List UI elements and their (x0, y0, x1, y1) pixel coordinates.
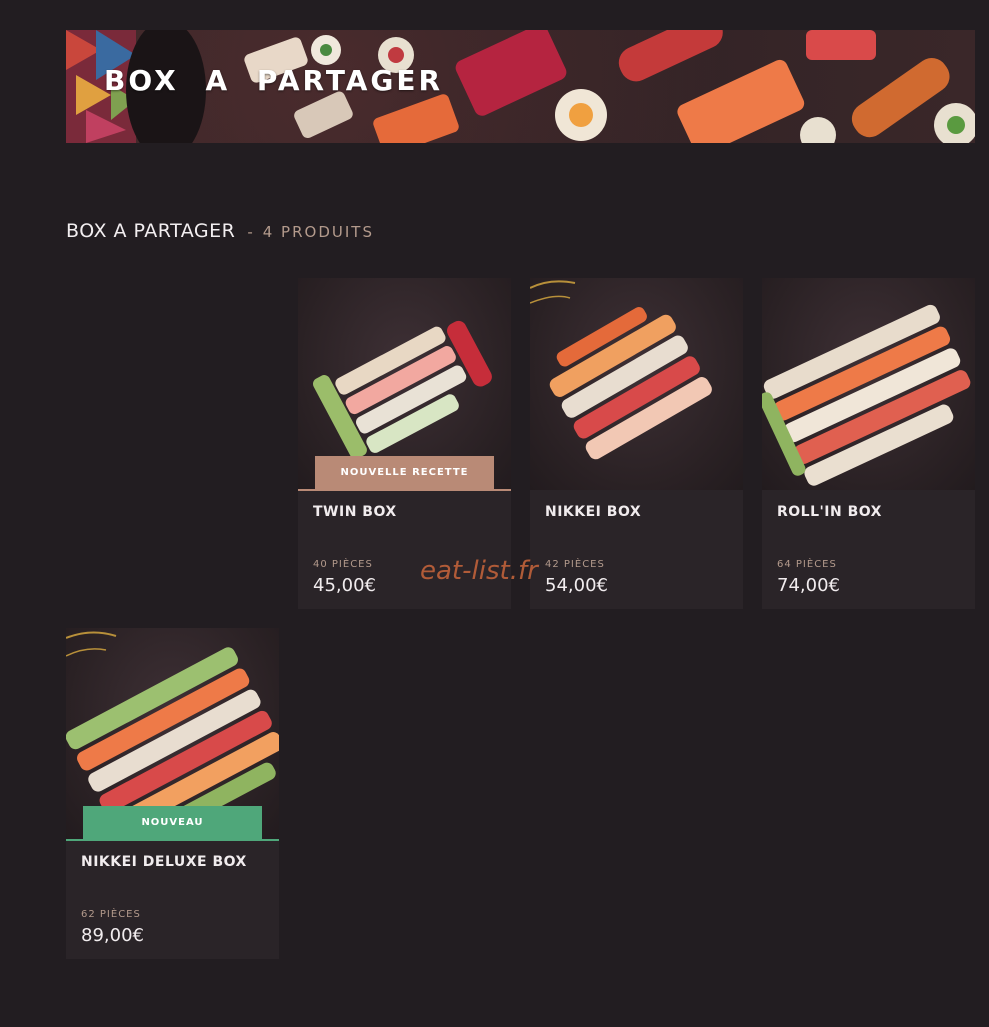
product-count: 4 PRODUITS (262, 223, 374, 241)
badge-nouveau: NOUVEAU (83, 806, 262, 839)
product-image[interactable] (762, 278, 975, 490)
category-banner: BOX A PARTAGER (66, 30, 975, 143)
product-card-twin-box[interactable]: NOUVELLE RECETTE TWIN BOX 40 PIÈCES 45,0… (298, 278, 511, 609)
product-card-nikkei-deluxe-box[interactable]: NOUVEAU NIKKEI DELUXE BOX 62 PIÈCES 89,0… (66, 628, 279, 959)
product-pieces: 62 PIÈCES (81, 909, 141, 920)
badge-nouvelle-recette: NOUVELLE RECETTE (315, 456, 494, 489)
product-price: 45,00€ (313, 575, 376, 596)
section-header: BOX A PARTAGER - 4 PRODUITS (66, 220, 374, 242)
product-name[interactable]: TWIN BOX (313, 504, 397, 520)
product-image[interactable] (530, 278, 743, 490)
product-card-nikkei-box[interactable]: NIKKEI BOX 42 PIÈCES 54,00€ (530, 278, 743, 609)
product-price: 89,00€ (81, 925, 144, 946)
product-pieces: 64 PIÈCES (777, 559, 837, 570)
product-pieces: 42 PIÈCES (545, 559, 605, 570)
product-name[interactable]: ROLL'IN BOX (777, 504, 882, 520)
product-price: 74,00€ (777, 575, 840, 596)
badge-divider (66, 839, 279, 841)
product-pieces: 40 PIÈCES (313, 559, 373, 570)
badge-divider (298, 489, 511, 491)
page: BOX A PARTAGER BOX A PARTAGER - 4 PRODUI… (0, 0, 989, 1027)
product-name[interactable]: NIKKEI DELUXE BOX (81, 854, 247, 870)
section-title: BOX A PARTAGER (66, 220, 236, 242)
section-separator: - (247, 223, 253, 241)
product-card-rollin-box[interactable]: ROLL'IN BOX 64 PIÈCES 74,00€ (762, 278, 975, 609)
product-name[interactable]: NIKKEI BOX (545, 504, 641, 520)
product-price: 54,00€ (545, 575, 608, 596)
banner-title: BOX A PARTAGER (104, 64, 444, 97)
